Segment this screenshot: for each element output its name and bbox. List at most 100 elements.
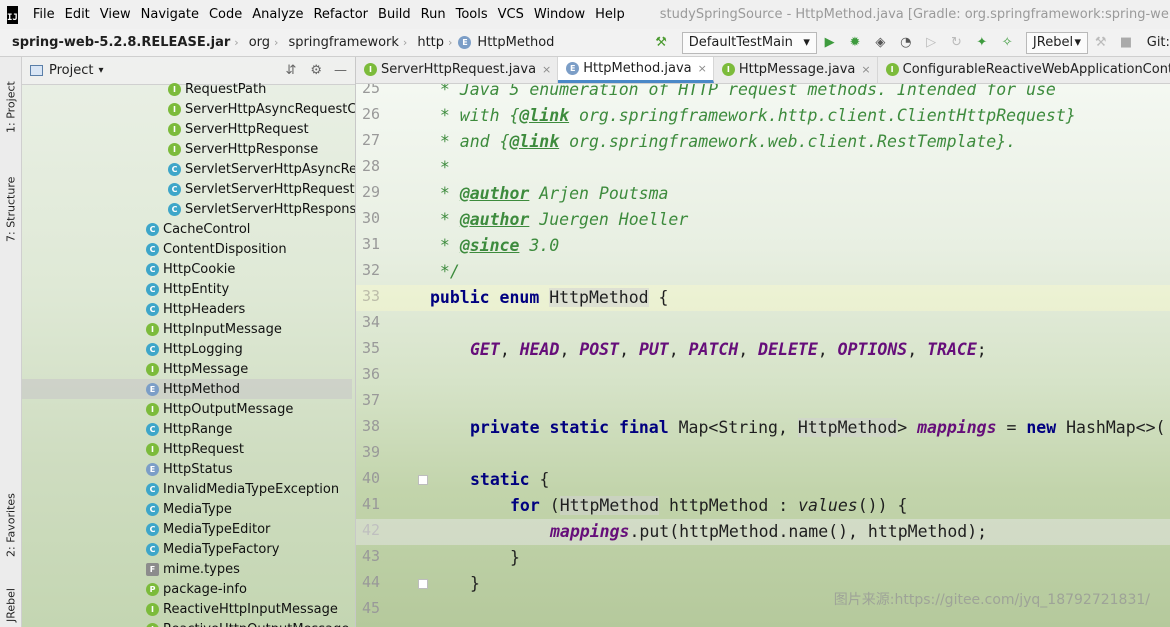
tree-item[interactable]: C InvalidMediaTypeException — [22, 479, 352, 499]
coverage-icon[interactable]: ◈ — [873, 35, 888, 51]
tree-item[interactable]: C HttpEntity — [22, 279, 352, 299]
breadcrumb-jar[interactable]: spring-web-5.2.8.RELEASE.jar — [0, 35, 234, 50]
enum-constant[interactable]: TRACE — [927, 340, 977, 359]
tab-jrebel[interactable]: JRebel — [2, 562, 20, 622]
menu-file[interactable]: File — [28, 7, 60, 22]
jrebel-debug-icon[interactable]: ✧ — [1000, 35, 1015, 51]
class-icon: C — [146, 342, 159, 356]
line-number: 39 — [361, 443, 380, 461]
minimize-icon[interactable]: — — [334, 63, 347, 78]
tree-item[interactable]: I HttpInputMessage — [22, 319, 352, 339]
tab-project[interactable]: 1: Project — [2, 63, 20, 133]
tab-httpmethod[interactable]: E HttpMethod.java × — [558, 57, 714, 83]
tab-structure[interactable]: 7: Structure — [2, 152, 20, 242]
enum-constant[interactable]: HEAD — [520, 340, 560, 359]
punctuation: , — [907, 340, 928, 359]
breadcrumb-org[interactable]: org — [239, 35, 274, 50]
tab-configurablereactivewebapplicationcontext[interactable]: I ConfigurableReactiveWebApplicationCont… — [878, 57, 1170, 83]
tree-item[interactable]: Fmime.types — [22, 559, 352, 579]
type-reference[interactable]: HttpMethod — [797, 418, 898, 437]
menu-vcs[interactable]: VCS — [493, 7, 529, 22]
menu-refactor[interactable]: Refactor — [308, 7, 373, 22]
code-editor[interactable]: 2526272829303132333435363738394041424344… — [356, 84, 1170, 627]
field-name[interactable]: mappings — [917, 418, 996, 437]
javadoc-tag[interactable]: @link — [509, 132, 559, 151]
hammer-gray-icon[interactable]: ⚒ — [1093, 35, 1108, 51]
tree-item[interactable]: I ServerHttpRequest — [22, 119, 352, 139]
tree-item[interactable]: I HttpMessage — [22, 359, 352, 379]
tree-item[interactable]: C ServletServerHttpAsyncRequestControl — [22, 159, 355, 179]
tree-item[interactable]: Ppackage-info — [22, 579, 352, 599]
tree-item[interactable]: E HttpMethod — [22, 379, 352, 399]
enum-constant[interactable]: PUT — [639, 340, 669, 359]
profile-icon[interactable]: ◔ — [898, 35, 913, 51]
tree-item[interactable]: I HttpOutputMessage — [22, 399, 352, 419]
stop-icon[interactable]: ↻ — [949, 35, 964, 51]
tree-item[interactable]: I ServerHttpResponse — [22, 139, 352, 159]
menu-navigate[interactable]: Navigate — [136, 7, 204, 22]
tree-item[interactable]: E HttpStatus — [22, 459, 352, 479]
tab-favorites[interactable]: 2: Favorites — [2, 467, 20, 557]
jrebel-select[interactable]: JRebel ▾ — [1025, 31, 1088, 54]
menu-view[interactable]: View — [95, 7, 136, 22]
breadcrumb-http[interactable]: http — [407, 35, 448, 50]
menu-analyze[interactable]: Analyze — [247, 7, 308, 22]
close-icon[interactable]: × — [698, 62, 707, 75]
tree-item[interactable]: C MediaType — [22, 499, 352, 519]
enum-name[interactable]: HttpMethod — [549, 288, 649, 307]
menu-help[interactable]: Help — [590, 7, 630, 22]
menu-tools[interactable]: Tools — [451, 7, 493, 22]
menu-build[interactable]: Build — [373, 7, 416, 22]
tree-item[interactable]: C HttpHeaders — [22, 299, 352, 319]
tree-item[interactable]: C MediaTypeEditor — [22, 519, 352, 539]
menu-edit[interactable]: Edit — [60, 7, 95, 22]
tree-item[interactable]: I RequestPath — [22, 79, 352, 99]
tree-item[interactable]: C HttpRange — [22, 419, 352, 439]
tree-item[interactable]: I ReactiveHttpInputMessage — [22, 599, 352, 619]
tree-item[interactable]: I ServerHttpAsyncRequestControl — [22, 99, 355, 119]
jrebel-run-icon[interactable]: ✦ — [974, 35, 989, 51]
tree-item[interactable]: I HttpRequest — [22, 439, 352, 459]
tree-item[interactable]: C HttpLogging — [22, 339, 352, 359]
breadcrumb-springframework[interactable]: springframework — [278, 35, 402, 50]
close-icon[interactable]: × — [861, 63, 870, 76]
tree-item[interactable]: I ReactiveHttpOutputMessage — [22, 619, 352, 627]
tab-serverhttprequest[interactable]: I ServerHttpRequest.java × — [356, 57, 559, 83]
breadcrumb-httpmethod[interactable]: HttpMethod — [475, 35, 558, 50]
menu-window[interactable]: Window — [529, 7, 590, 22]
git-label[interactable]: Git: — [1147, 35, 1170, 50]
tree-item[interactable]: C ServletServerHttpResponse — [22, 199, 355, 219]
tree-item[interactable]: C ContentDisposition — [22, 239, 352, 259]
tree-item[interactable]: C ServletServerHttpRequest — [22, 179, 355, 199]
enum-constant[interactable]: OPTIONS — [838, 340, 908, 359]
enum-constant[interactable]: POST — [579, 340, 619, 359]
enum-constant[interactable]: DELETE — [758, 340, 818, 359]
tree-item-label: HttpMessage — [163, 361, 249, 377]
tab-httpmessage[interactable]: I HttpMessage.java × — [714, 57, 878, 83]
collapse-all-icon[interactable]: ⇵ — [285, 63, 296, 78]
tree-item[interactable]: C CacheControl — [22, 219, 352, 239]
method-call[interactable]: values — [798, 496, 858, 515]
project-panel-title[interactable]: Project — [49, 63, 93, 78]
enum-constant[interactable]: GET — [470, 340, 500, 359]
tree-item[interactable]: C HttpCookie — [22, 259, 352, 279]
menu-run[interactable]: Run — [416, 7, 451, 22]
debug-icon[interactable]: ✹ — [847, 35, 862, 51]
close-icon[interactable]: × — [542, 63, 551, 76]
tree-item-label: HttpRange — [163, 421, 233, 437]
stop-square-icon[interactable]: ■ — [1118, 35, 1133, 51]
chevron-down-icon[interactable]: ▾ — [98, 65, 103, 76]
menu-code[interactable]: Code — [204, 7, 247, 22]
gear-icon[interactable]: ⚙ — [310, 63, 322, 78]
resume-icon[interactable]: ▷ — [923, 35, 938, 51]
field-name[interactable]: mappings — [550, 522, 629, 541]
tree-item[interactable]: C MediaTypeFactory — [22, 539, 352, 559]
class-icon: C — [146, 242, 159, 256]
run-icon[interactable]: ▶ — [822, 35, 837, 51]
type-reference[interactable]: HttpMethod — [559, 496, 660, 515]
run-configuration-select[interactable]: DefaultTestMain ▾ — [681, 31, 817, 54]
package-info-icon: P — [146, 582, 159, 596]
javadoc-tag[interactable]: @link — [519, 106, 569, 125]
enum-constant[interactable]: PATCH — [689, 340, 739, 359]
build-hammer-icon[interactable]: ⚒ — [653, 35, 668, 51]
